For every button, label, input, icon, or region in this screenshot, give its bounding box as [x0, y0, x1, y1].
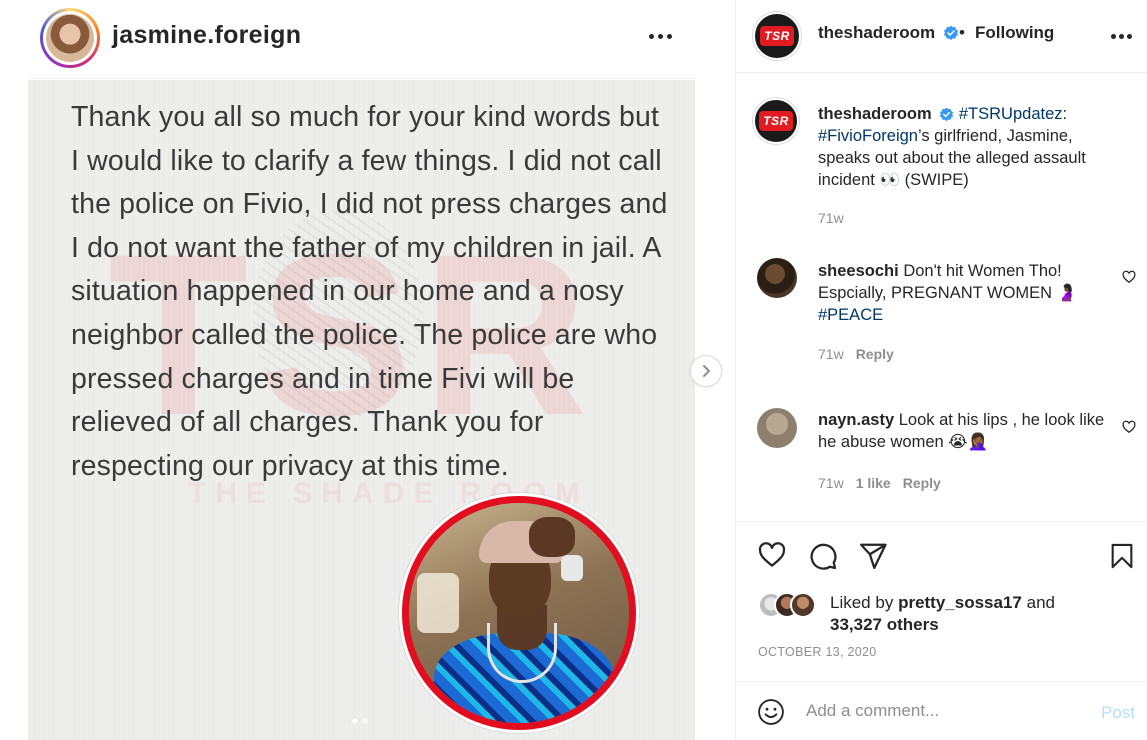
- statement-image: TSR THE SHADE ROOM Thank you all so much…: [28, 80, 695, 740]
- reply-button[interactable]: Reply: [903, 475, 941, 491]
- hashtag-link[interactable]: #TSRUpdatez: [959, 105, 1063, 123]
- add-comment-bar: Post: [736, 681, 1147, 740]
- inset-photo: [399, 493, 639, 733]
- liker-avatars[interactable]: [758, 592, 828, 618]
- header-bullet: •: [959, 23, 965, 42]
- reposted-story-header: jasmine.foreign: [28, 0, 695, 79]
- post-sidebar: TSR theshaderoom • Following TSR theshad…: [735, 0, 1147, 740]
- account-avatar[interactable]: TSR: [753, 12, 801, 60]
- liked-by-summary: Liked by pretty_sossa17 and 33,327 other…: [830, 593, 1055, 634]
- commenter-avatar[interactable]: [757, 258, 797, 298]
- like-heart-icon[interactable]: [757, 540, 787, 570]
- post-media-column: jasmine.foreign TSR THE SHADE ROOM Thank…: [0, 0, 735, 740]
- carousel-dot: [362, 718, 368, 724]
- share-send-icon[interactable]: [858, 541, 888, 571]
- comment-like-count[interactable]: 1 like: [856, 475, 891, 491]
- verified-badge-icon: [943, 25, 958, 40]
- post-header: TSR theshaderoom • Following: [736, 0, 1147, 73]
- post-date[interactable]: OCTOBER 13, 2020: [758, 645, 877, 659]
- commenter-avatar[interactable]: [757, 408, 797, 448]
- carousel-next-button[interactable]: [690, 355, 722, 387]
- reply-button[interactable]: Reply: [856, 346, 894, 362]
- reposted-user-avatar: [40, 8, 100, 68]
- caption-username[interactable]: theshaderoom: [818, 105, 932, 123]
- carousel-indicator: [352, 718, 368, 724]
- comment-meta: 71w 1 like Reply: [818, 475, 941, 491]
- comment-meta: 71w Reply: [818, 346, 894, 362]
- verified-badge-icon: [940, 107, 954, 122]
- comment-input[interactable]: [806, 701, 1086, 721]
- liked-by-user-link[interactable]: pretty_sossa17: [898, 593, 1022, 612]
- chevron-right-icon: [703, 365, 710, 377]
- comments-list[interactable]: TSR theshaderoom #TSRUpdatez: #FivioFore…: [736, 74, 1147, 520]
- comment: nayn.asty Look at his lips , he look lik…: [818, 409, 1108, 453]
- more-options-icon: [645, 24, 675, 48]
- comment-timestamp[interactable]: 71w: [818, 475, 844, 491]
- account-username[interactable]: theshaderoom: [818, 23, 959, 43]
- comment-bubble-icon[interactable]: [808, 541, 838, 571]
- caption: theshaderoom #TSRUpdatez: #FivioForeign’…: [818, 105, 1086, 189]
- comment-like-heart-icon[interactable]: [1122, 420, 1136, 434]
- post-actions: Liked by pretty_sossa17 and 33,327 other…: [736, 521, 1147, 681]
- hashtag-link[interactable]: #FivioForeign: [818, 127, 918, 145]
- likes-count-link[interactable]: 33,327 others: [830, 615, 939, 634]
- caption-timestamp[interactable]: 71w: [818, 210, 844, 226]
- comment-username[interactable]: nayn.asty: [818, 411, 894, 429]
- liker-avatar: [790, 592, 816, 618]
- following-button[interactable]: Following: [975, 23, 1054, 43]
- comment-username[interactable]: sheesochi: [818, 262, 899, 280]
- emoji-smiley-icon[interactable]: [757, 698, 785, 726]
- save-bookmark-icon[interactable]: [1108, 541, 1136, 571]
- post-comment-button[interactable]: Post: [1101, 703, 1135, 723]
- comment-like-heart-icon[interactable]: [1122, 270, 1136, 284]
- statement-text: Thank you all so much for your kind word…: [71, 101, 668, 482]
- hashtag-link[interactable]: #PEACE: [818, 306, 883, 324]
- comment-timestamp[interactable]: 71w: [818, 346, 844, 362]
- comment: sheesochi Don't hit Women Tho! Espcially…: [818, 260, 1108, 326]
- caption-avatar[interactable]: TSR: [753, 98, 799, 144]
- reposted-username: jasmine.foreign: [112, 21, 302, 49]
- more-options-button[interactable]: [1106, 24, 1136, 48]
- carousel-dot: [352, 718, 358, 724]
